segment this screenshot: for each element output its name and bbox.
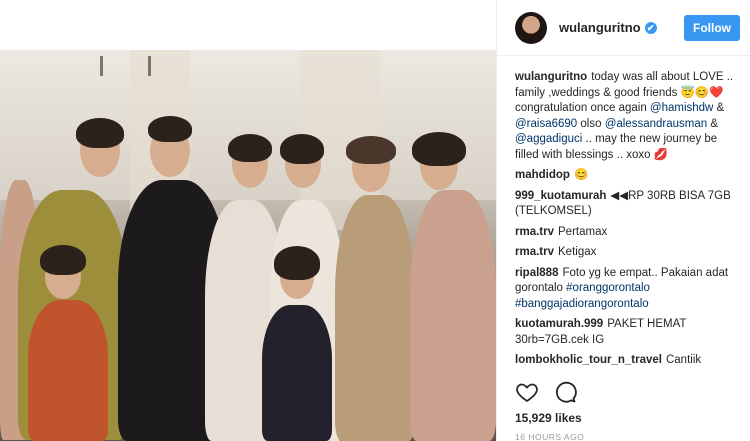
verified-badge-icon: ✔ [644, 22, 657, 34]
comment-item: lombokholic_tour_n_travel Cantiik [515, 353, 736, 369]
comment-username[interactable]: ripal888 [515, 267, 558, 279]
mention-link[interactable]: @alessandrausman [605, 118, 707, 130]
mention-link[interactable]: @raisa6690 [515, 118, 577, 130]
caption: wulanguritno today was all about LOVE .. … [515, 70, 736, 163]
comment-username[interactable]: kuotamurah.999 [515, 318, 603, 330]
photo-hair [280, 134, 324, 164]
photo-light [100, 56, 103, 76]
username-text: wulanguritno [559, 20, 641, 35]
photo-hair [274, 246, 320, 280]
caption-text: & [713, 102, 725, 114]
comment-icon[interactable] [553, 380, 577, 404]
follow-button[interactable]: Follow [684, 14, 740, 41]
avatar[interactable] [515, 11, 547, 44]
likes-count[interactable]: 15,929 likes [515, 411, 582, 425]
mention-link[interactable]: @hamishdw [650, 102, 713, 114]
photo-child [262, 305, 332, 441]
photo-person [410, 190, 496, 441]
comment-text: Pertamax [558, 225, 608, 238]
comment-item: rma.trv Pertamax [515, 225, 736, 241]
caption-username[interactable]: wulanguritno [515, 71, 587, 83]
comment-item: mahdidop 😊 [515, 168, 736, 184]
caption-text: olso [577, 117, 605, 130]
photo-hair [228, 134, 272, 162]
hashtag-link[interactable]: #oranggorontalo [566, 282, 650, 294]
post-photo[interactable] [0, 50, 496, 441]
comment-item: rma.trv Ketigax [515, 245, 736, 261]
username-link[interactable]: wulanguritno ✔ [559, 20, 657, 35]
comment-text: Ketigax [558, 246, 597, 258]
comment-username[interactable]: lombokholic_tour_n_travel [515, 354, 662, 366]
mention-link[interactable]: @aggadiguci [515, 133, 582, 145]
comment-text: 😊 [573, 169, 589, 181]
comment-username[interactable]: mahdidop [515, 169, 570, 181]
photo-hair [76, 118, 124, 148]
comment-item: ripal888 Foto yg ke empat.. Pakaian adat … [515, 266, 736, 313]
photo-hair [346, 136, 396, 164]
photo-hair [148, 116, 192, 142]
comment-text: Cantiik [665, 354, 702, 366]
comments-list[interactable]: wulanguritno today was all about LOVE .. … [497, 56, 750, 376]
caption-text: & [707, 117, 719, 130]
photo-hair [40, 245, 86, 275]
post-header: wulanguritno ✔ Follow [497, 0, 750, 56]
post-timestamp: 16 HOURS AGO [515, 432, 585, 441]
photo-child [28, 300, 108, 441]
post-photo-panel [0, 0, 496, 441]
comment-item: 999_kuotamurah ◀◀RP 30RB BISA 7GB (TELKOM… [515, 189, 736, 220]
heart-icon[interactable] [515, 380, 539, 404]
comment-username[interactable]: rma.trv [515, 226, 554, 238]
photo-light [148, 56, 151, 76]
post-sidebar: wulanguritno ✔ Follow wulanguritno today w… [496, 0, 750, 441]
photo-hair [412, 132, 466, 166]
comment-item: kuotamurah.999 PAKET HEMAT 30rb=7GB.cek I… [515, 317, 736, 348]
photo-person [335, 195, 415, 441]
comment-username[interactable]: rma.trv [515, 246, 554, 258]
hashtag-link[interactable]: #banggajadiorangorontalo [515, 298, 649, 310]
post-actions [515, 380, 577, 404]
comment-username[interactable]: 999_kuotamurah [515, 190, 606, 202]
